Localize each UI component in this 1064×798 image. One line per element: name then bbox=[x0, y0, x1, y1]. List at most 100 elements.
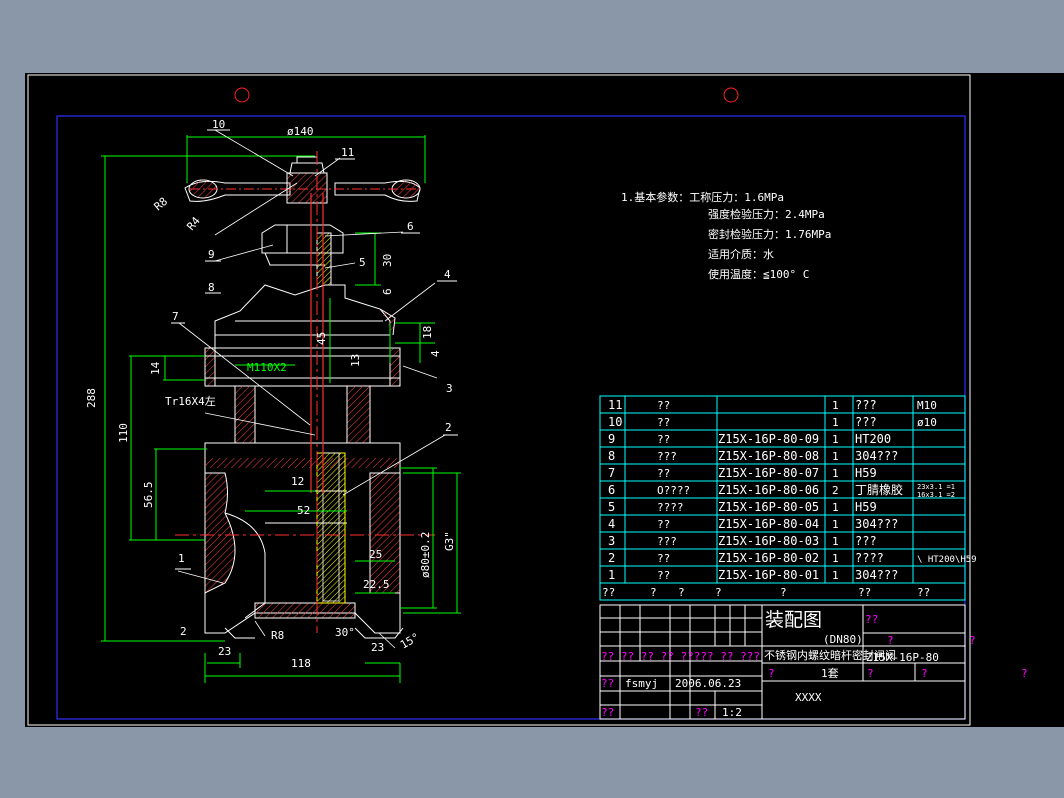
dim-d80: ø80±0.2 bbox=[419, 532, 432, 578]
parts-header-cell: ?? bbox=[917, 586, 930, 599]
note-line-5: 使用温度：≦100° C bbox=[708, 267, 809, 281]
balloon-11: 11 bbox=[341, 146, 354, 159]
parts-cell: 4 bbox=[608, 517, 615, 531]
dim-12: 12 bbox=[291, 475, 304, 488]
parts-cell: H59 bbox=[855, 500, 877, 514]
parts-cell: 1 bbox=[832, 416, 839, 429]
title-row-labels: ?? ?? ?? ?? ????? ?? ??? bbox=[601, 650, 760, 663]
parts-cell: Z15X-16P-80-07 bbox=[718, 466, 819, 480]
parts-note: M10 bbox=[917, 399, 937, 412]
parts-note: 16x3.1 =2 bbox=[917, 491, 955, 499]
parts-list-table: 11?? 1??? M1010?? 1??? ø109?? Z15X-16P-80-09 1… bbox=[599, 395, 977, 601]
dim-4: 4 bbox=[429, 350, 442, 357]
parts-cell: HT200 bbox=[855, 432, 891, 446]
note-line-2: 强度检验压力：2.4MPa bbox=[708, 207, 825, 221]
parts-cell: ?? bbox=[657, 518, 670, 531]
scale-label: ?? bbox=[695, 706, 708, 719]
parts-cell: 1 bbox=[832, 467, 839, 480]
dim-tr16: Tr16X4左 bbox=[165, 395, 216, 408]
dim-r8b: R8 bbox=[271, 629, 284, 642]
balloon-6: 6 bbox=[407, 220, 414, 233]
parts-header-cell: ?? bbox=[602, 586, 615, 599]
dim-118: 118 bbox=[291, 657, 311, 670]
parts-cell: 10 bbox=[608, 415, 622, 429]
technical-notes: 1.基本参数：工称压力：1.6MPa 强度检验压力：2.4MPa 密封检验压力：… bbox=[621, 190, 831, 281]
parts-cell: 8 bbox=[608, 449, 615, 463]
parts-cell: Z15X-16P-80-08 bbox=[718, 449, 819, 463]
designer-label: ?? bbox=[601, 677, 614, 690]
dim-18: 18 bbox=[421, 326, 434, 339]
parts-cell: ?? bbox=[657, 467, 670, 480]
dim-a15: 15° bbox=[398, 630, 422, 651]
subtitle-text: (DN80) bbox=[823, 633, 863, 646]
parts-cell: ?? bbox=[657, 433, 670, 446]
dim-30: 30 bbox=[381, 254, 394, 267]
balloon-10: 10 bbox=[212, 118, 225, 131]
parts-header-cell: ? bbox=[780, 586, 787, 599]
parts-cell: ??? bbox=[657, 535, 677, 548]
dim-23b: 23 bbox=[371, 641, 384, 654]
parts-cell: ?? bbox=[657, 416, 670, 429]
parts-cell: ?? bbox=[657, 569, 670, 582]
title-q6: ? bbox=[867, 667, 874, 680]
assembly-drawing: 10 11 6 5 4 3 2 7 8 9 1 ø140 288 110 56.… bbox=[27, 74, 1028, 726]
parts-cell: 1 bbox=[832, 450, 839, 463]
parts-cell: ?? bbox=[657, 399, 670, 412]
cad-viewport[interactable]: 10 11 6 5 4 3 2 7 8 9 1 ø140 288 110 56.… bbox=[25, 73, 1064, 727]
note-line-1: 1.基本参数：工称压力：1.6MPa bbox=[621, 190, 784, 204]
parts-cell: 304??? bbox=[855, 568, 898, 582]
quantity-text: 1套 bbox=[821, 667, 839, 680]
parts-cell: 1 bbox=[832, 535, 839, 548]
parts-header-cell: ? bbox=[678, 586, 685, 599]
note-line-3: 密封检验压力：1.76MPa bbox=[708, 227, 831, 241]
parts-cell: 304??? bbox=[855, 517, 898, 531]
parts-cell: O???? bbox=[657, 484, 690, 497]
parts-cell: 1 bbox=[832, 569, 839, 582]
title-q7: ? bbox=[921, 667, 928, 680]
parts-note: \ HT200\H59 bbox=[917, 555, 977, 565]
parts-cell: ???? bbox=[657, 501, 684, 514]
scale-label-left: ?? bbox=[601, 706, 614, 719]
dim-56-5: 56.5 bbox=[142, 482, 155, 509]
parts-cell: 1 bbox=[832, 433, 839, 446]
parts-cell: Z15X-16P-80-02 bbox=[718, 551, 819, 565]
dim-a30: 30° bbox=[335, 626, 355, 639]
parts-cell: 5 bbox=[608, 500, 615, 514]
dim-m110: M110X2 bbox=[247, 361, 287, 374]
parts-header-cell: ? bbox=[715, 586, 722, 599]
parts-cell: 1 bbox=[832, 552, 839, 565]
parts-cell: 6 bbox=[608, 483, 615, 497]
parts-cell: H59 bbox=[855, 466, 877, 480]
parts-cell: ??? bbox=[657, 450, 677, 463]
dim-52: 52 bbox=[297, 504, 310, 517]
parts-cell: Z15X-16P-80-09 bbox=[718, 432, 819, 446]
balloon-2: 2 bbox=[445, 421, 452, 434]
parts-cell: Z15X-16P-80-06 bbox=[718, 483, 819, 497]
dim-45: 45 bbox=[315, 332, 328, 345]
parts-cell: Z15X-16P-80-03 bbox=[718, 534, 819, 548]
drawing-frame bbox=[56, 115, 966, 720]
title-q4: ? bbox=[1021, 667, 1028, 680]
dim-g3: G3" bbox=[443, 531, 456, 551]
parts-note: ø10 bbox=[917, 416, 937, 429]
title-q1: ?? bbox=[865, 613, 878, 626]
parts-cell: ?? bbox=[657, 552, 670, 565]
dim-d140: ø140 bbox=[287, 125, 314, 138]
parts-cell: Z15X-16P-80-04 bbox=[718, 517, 819, 531]
company-name: XXXX bbox=[795, 691, 822, 704]
dim-r8a: R8 bbox=[152, 195, 171, 213]
dim-288: 288 bbox=[85, 388, 98, 408]
title-text: 装配图 bbox=[765, 609, 822, 631]
parts-cell: 3 bbox=[608, 534, 615, 548]
dim-r4: R4 bbox=[184, 214, 203, 233]
parts-cell: 9 bbox=[608, 432, 615, 446]
scale-value: 1:2 bbox=[722, 706, 742, 719]
parts-cell: 11 bbox=[608, 398, 622, 412]
parts-cell: ???? bbox=[855, 551, 884, 565]
parts-cell: 1 bbox=[832, 518, 839, 531]
balloon-8: 8 bbox=[208, 281, 215, 294]
parts-cell: 2 bbox=[832, 484, 839, 497]
parts-note: 23x3.1 =1 bbox=[917, 483, 955, 491]
parts-header-cell: ?? bbox=[858, 586, 871, 599]
registration-mark-right bbox=[723, 87, 739, 103]
